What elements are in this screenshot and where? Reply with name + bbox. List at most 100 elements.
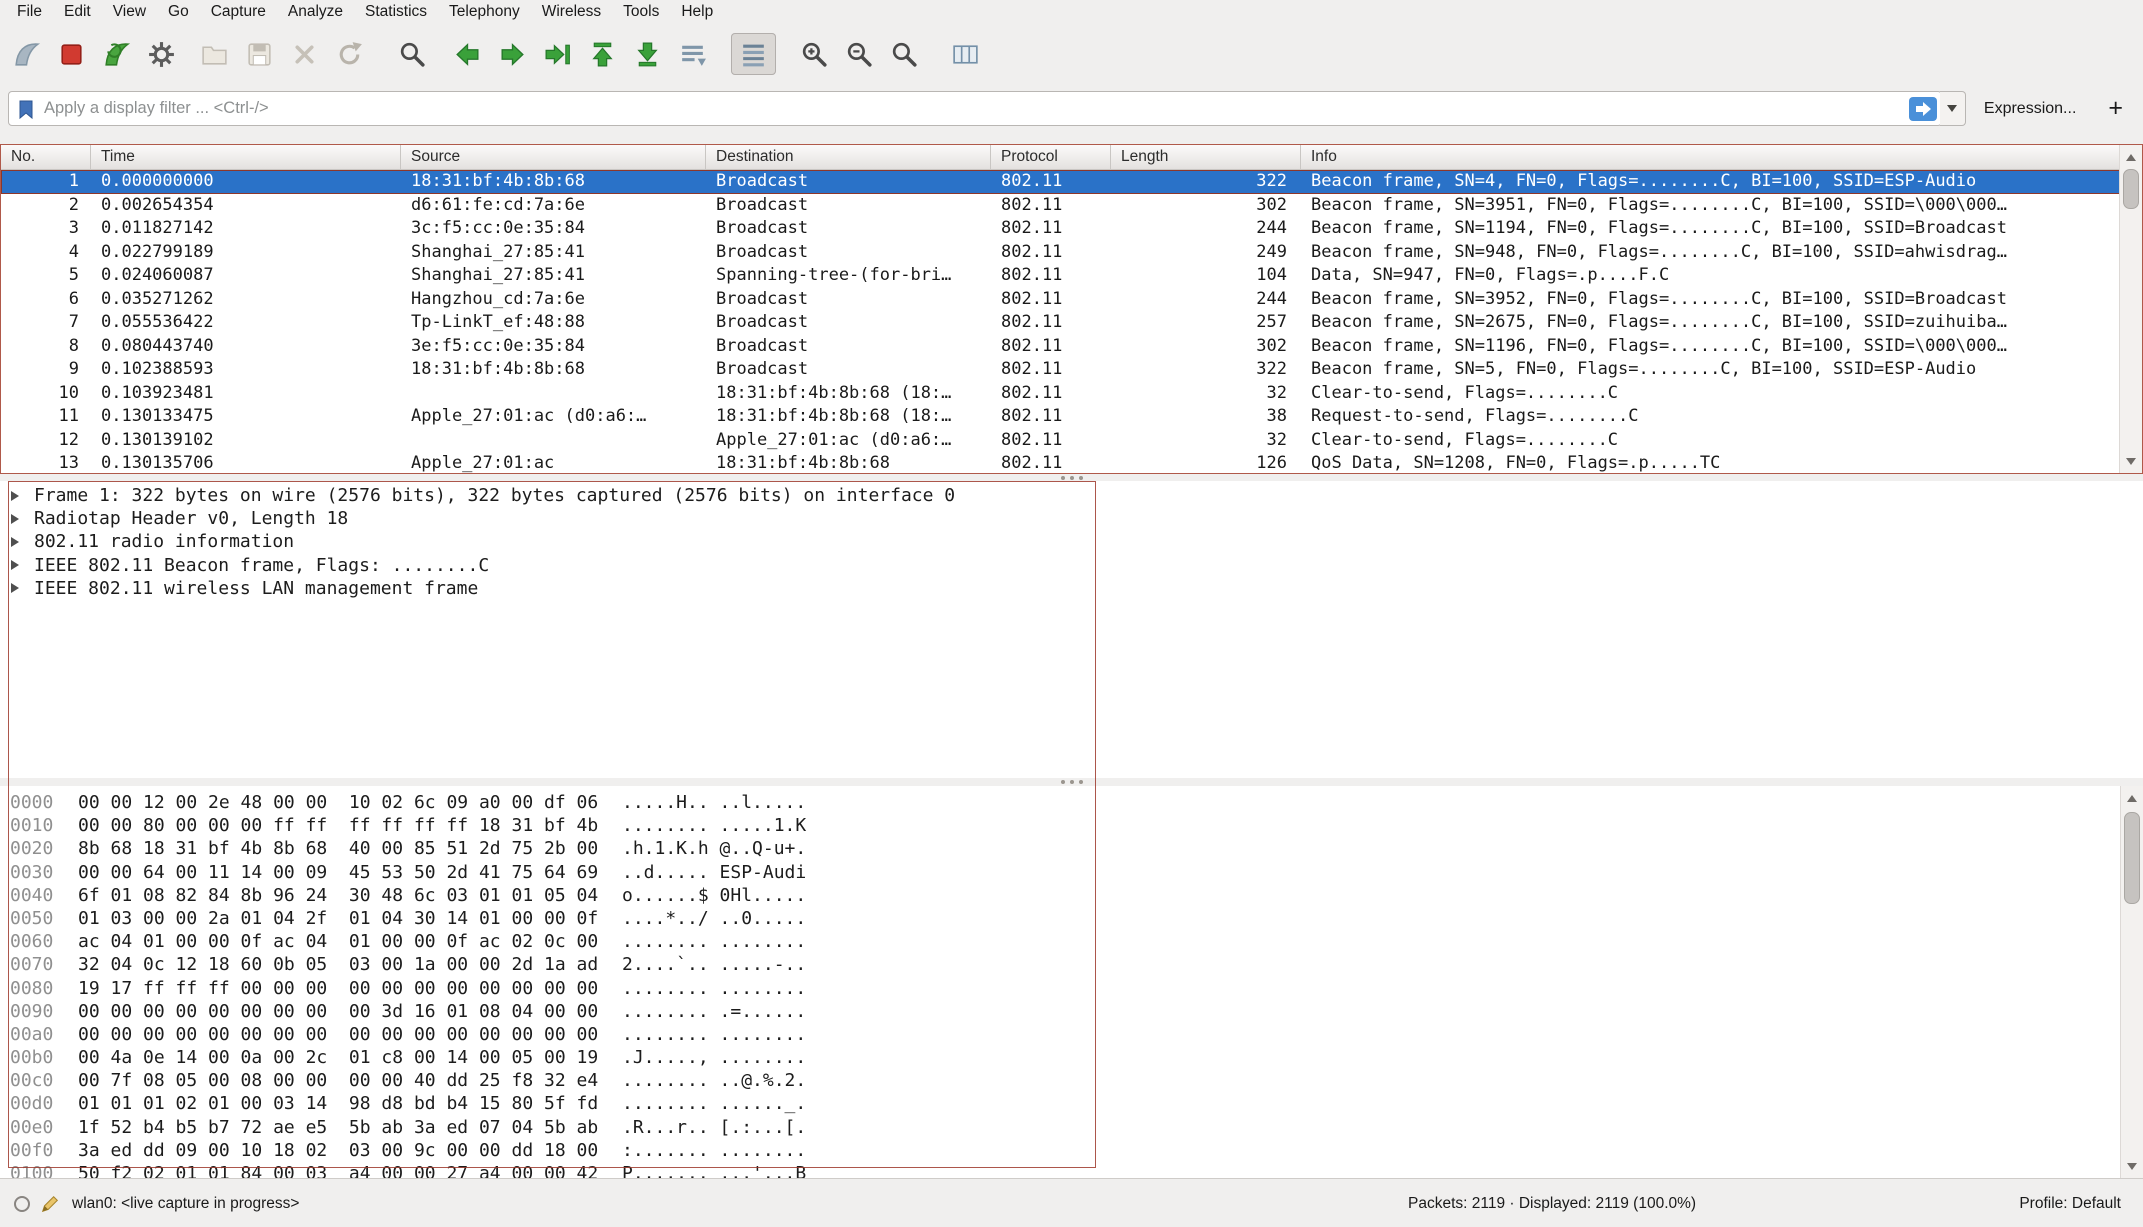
column-header-no[interactable]: No.: [1, 145, 91, 169]
menu-statistics[interactable]: Statistics: [354, 1, 438, 23]
packet-row[interactable]: 110.130133475Apple_27:01:ac (d0:a6:…18:3…: [1, 405, 2142, 429]
filter-bookmark-icon[interactable]: [15, 98, 37, 120]
hex-row[interactable]: 008019 17 ff ff ff 00 00 00 00 00 00 00 …: [0, 977, 2143, 1000]
hex-row[interactable]: 007032 04 0c 12 18 60 0b 05 03 00 1a 00 …: [0, 953, 2143, 976]
hex-row[interactable]: 0060ac 04 01 00 00 0f ac 04 01 00 00 0f …: [0, 930, 2143, 953]
detail-line[interactable]: Frame 1: 322 bytes on wire (2576 bits), …: [0, 484, 2143, 507]
hex-row[interactable]: 009000 00 00 00 00 00 00 00 00 3d 16 01 …: [0, 1000, 2143, 1023]
packet-row[interactable]: 130.130135706Apple_27:01:ac18:31:bf:4b:8…: [1, 452, 2142, 474]
hex-row[interactable]: 00d001 01 01 02 01 00 03 14 98 d8 bd b4 …: [0, 1092, 2143, 1115]
scroll-thumb[interactable]: [2124, 812, 2140, 904]
packet-row[interactable]: 90.10238859318:31:bf:4b:8b:68Broadcast80…: [1, 358, 2142, 382]
packet-row[interactable]: 70.055536422Tp-LinkT_ef:48:88Broadcast80…: [1, 311, 2142, 335]
scroll-down-icon[interactable]: [2120, 451, 2142, 471]
filter-apply-button[interactable]: [1909, 97, 1937, 121]
save-file-button[interactable]: [237, 33, 282, 75]
hex-row[interactable]: 00a000 00 00 00 00 00 00 00 00 00 00 00 …: [0, 1023, 2143, 1046]
hex-row[interactable]: 00208b 68 18 31 bf 4b 8b 68 40 00 85 51 …: [0, 837, 2143, 860]
column-header-source[interactable]: Source: [401, 145, 706, 169]
menu-go[interactable]: Go: [157, 1, 200, 23]
go-forward-button[interactable]: [490, 33, 535, 75]
packet-row[interactable]: 60.035271262Hangzhou_cd:7a:6eBroadcast80…: [1, 288, 2142, 312]
hex-row[interactable]: 003000 00 64 00 11 14 00 09 45 53 50 2d …: [0, 861, 2143, 884]
go-to-bottom-button[interactable]: [625, 33, 670, 75]
go-back-button[interactable]: [445, 33, 490, 75]
colorize-button[interactable]: [731, 33, 776, 75]
scroll-up-icon[interactable]: [2121, 788, 2143, 808]
zoom-in-button[interactable]: [792, 33, 837, 75]
column-header-length[interactable]: Length: [1111, 145, 1301, 169]
scroll-thumb[interactable]: [2123, 169, 2139, 209]
hex-row[interactable]: 001000 00 80 00 00 00 ff ff ff ff ff ff …: [0, 814, 2143, 837]
detail-line[interactable]: IEEE 802.11 wireless LAN management fram…: [0, 577, 2143, 600]
packet-list-scrollbar[interactable]: [2119, 145, 2142, 473]
cell-info: Beacon frame, SN=5, FN=0, Flags=........…: [1301, 358, 2142, 382]
menu-edit[interactable]: Edit: [53, 1, 102, 23]
column-header-info[interactable]: Info: [1301, 145, 2142, 169]
stop-capture-button[interactable]: [49, 33, 94, 75]
hex-row[interactable]: 00c000 7f 08 05 00 08 00 00 00 00 40 dd …: [0, 1069, 2143, 1092]
capture-file-properties-icon[interactable]: [14, 1196, 30, 1212]
hex-row[interactable]: 00406f 01 08 82 84 8b 96 24 30 48 6c 03 …: [0, 884, 2143, 907]
hex-row[interactable]: 000000 00 12 00 2e 48 00 00 10 02 6c 09 …: [0, 791, 2143, 814]
splitter-list-details[interactable]: [0, 474, 2143, 481]
menu-file[interactable]: File: [6, 1, 53, 23]
packet-row[interactable]: 30.0118271423c:f5:cc:0e:35:84Broadcast80…: [1, 217, 2142, 241]
column-header-protocol[interactable]: Protocol: [991, 145, 1111, 169]
packet-row[interactable]: 80.0804437403e:f5:cc:0e:35:84Broadcast80…: [1, 335, 2142, 359]
hex-row[interactable]: 00e01f 52 b4 b5 b7 72 ae e5 5b ab 3a ed …: [0, 1116, 2143, 1139]
packet-row[interactable]: 20.002654354d6:61:fe:cd:7a:6eBroadcast80…: [1, 194, 2142, 218]
menu-help[interactable]: Help: [670, 1, 724, 23]
go-to-packet-button[interactable]: [535, 33, 580, 75]
packet-row[interactable]: 40.022799189Shanghai_27:85:41Broadcast80…: [1, 241, 2142, 265]
hex-row[interactable]: 00f03a ed dd 09 00 10 18 02 03 00 9c 00 …: [0, 1139, 2143, 1162]
resize-columns-button[interactable]: [943, 33, 988, 75]
scroll-down-icon[interactable]: [2121, 1156, 2143, 1176]
zoom-reset-button[interactable]: [882, 33, 927, 75]
profile-label[interactable]: Profile: Default: [2019, 1195, 2121, 1213]
capture-options-button[interactable]: [139, 33, 184, 75]
column-header-destination[interactable]: Destination: [706, 145, 991, 169]
expander-triangle-icon[interactable]: [10, 490, 34, 502]
go-to-top-button[interactable]: [580, 33, 625, 75]
filter-dropdown-button[interactable]: [1940, 91, 1966, 126]
detail-line[interactable]: Radiotap Header v0, Length 18: [0, 507, 2143, 530]
expander-triangle-icon[interactable]: [10, 513, 34, 525]
hex-row[interactable]: 010050 f2 02 01 01 84 00 03 a4 00 00 27 …: [0, 1162, 2143, 1178]
open-file-button[interactable]: [192, 33, 237, 75]
add-filter-button[interactable]: +: [2108, 94, 2123, 123]
expander-triangle-icon[interactable]: [10, 559, 34, 571]
menu-capture[interactable]: Capture: [200, 1, 277, 23]
hex-row[interactable]: 005001 03 00 00 2a 01 04 2f 01 04 30 14 …: [0, 907, 2143, 930]
menu-view[interactable]: View: [102, 1, 157, 23]
splitter-details-bytes[interactable]: [0, 778, 2143, 786]
start-capture-button[interactable]: [4, 33, 49, 75]
menu-telephony[interactable]: Telephony: [438, 1, 531, 23]
auto-scroll-button[interactable]: [670, 33, 715, 75]
hex-row[interactable]: 00b000 4a 0e 14 00 0a 00 2c 01 c8 00 14 …: [0, 1046, 2143, 1069]
close-file-button[interactable]: [282, 33, 327, 75]
zoom-out-button[interactable]: [837, 33, 882, 75]
bytes-scrollbar[interactable]: [2120, 786, 2143, 1178]
menu-wireless[interactable]: Wireless: [531, 1, 612, 23]
packet-row[interactable]: 50.024060087Shanghai_27:85:41Spanning-tr…: [1, 264, 2142, 288]
menu-analyze[interactable]: Analyze: [277, 1, 354, 23]
display-filter-input[interactable]: [37, 99, 1909, 118]
expression-button[interactable]: Expression...: [1984, 100, 2076, 118]
packet-row[interactable]: 120.130139102Apple_27:01:ac (d0:a6:…802.…: [1, 429, 2142, 453]
packet-row[interactable]: 10.00000000018:31:bf:4b:8b:68Broadcast80…: [1, 170, 2142, 194]
find-packet-button[interactable]: [390, 33, 435, 75]
restart-capture-button[interactable]: [94, 33, 139, 75]
menu-tools[interactable]: Tools: [612, 1, 670, 23]
packet-row[interactable]: 100.10392348118:31:bf:4b:8b:68 (18:…802.…: [1, 382, 2142, 406]
scroll-up-icon[interactable]: [2120, 147, 2142, 167]
reload-file-button[interactable]: [327, 33, 372, 75]
edit-comment-pencil-icon[interactable]: [40, 1194, 60, 1214]
detail-line[interactable]: IEEE 802.11 Beacon frame, Flags: .......…: [0, 554, 2143, 577]
expander-triangle-icon[interactable]: [10, 582, 34, 594]
column-header-time[interactable]: Time: [91, 145, 401, 169]
cell-info: Data, SN=947, FN=0, Flags=.p....F.C: [1301, 264, 2142, 288]
expander-triangle-icon[interactable]: [10, 536, 34, 548]
detail-line[interactable]: 802.11 radio information: [0, 530, 2143, 553]
display-filter-field[interactable]: [8, 91, 1942, 126]
